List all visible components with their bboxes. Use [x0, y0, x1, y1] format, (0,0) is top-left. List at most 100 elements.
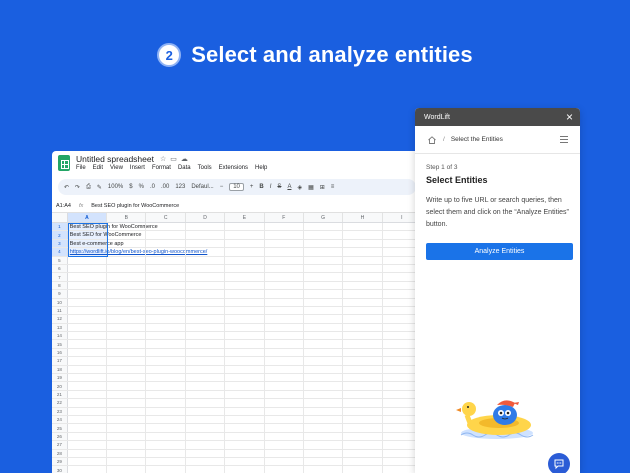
row-header[interactable]: 30 — [52, 466, 68, 473]
cell[interactable] — [343, 348, 383, 357]
cell[interactable] — [68, 290, 108, 298]
cell[interactable] — [343, 466, 383, 473]
merge-cells-icon[interactable]: ⊞ — [320, 184, 325, 191]
cell[interactable] — [107, 407, 147, 415]
cell[interactable] — [186, 357, 226, 365]
cell[interactable] — [343, 256, 383, 264]
cell[interactable] — [225, 365, 265, 374]
cell[interactable] — [146, 281, 186, 290]
row-header[interactable]: 7 — [52, 273, 68, 281]
cell[interactable] — [343, 273, 383, 281]
cell[interactable] — [225, 298, 265, 306]
cell[interactable] — [107, 323, 147, 332]
cell[interactable] — [146, 248, 186, 256]
cell[interactable] — [146, 457, 186, 466]
row-header[interactable]: 14 — [52, 332, 68, 340]
move-folder-icon[interactable]: ▭ — [170, 155, 177, 163]
cell[interactable]: Best SEO for WooCommerce — [67, 231, 141, 239]
cell[interactable] — [186, 239, 226, 248]
increase-decimal-button[interactable]: .00 — [161, 184, 169, 190]
print-icon[interactable]: ⎙ — [86, 184, 91, 191]
name-box[interactable]: A1:A4 — [56, 203, 71, 209]
cell[interactable] — [146, 223, 186, 231]
cell[interactable] — [304, 466, 344, 473]
cell[interactable] — [225, 390, 265, 399]
cell[interactable] — [107, 298, 147, 306]
cell[interactable] — [343, 407, 383, 415]
cell[interactable] — [186, 298, 226, 306]
cell[interactable] — [68, 374, 108, 382]
undo-icon[interactable]: ↶ — [64, 184, 69, 191]
font-size-increase-icon[interactable]: + — [250, 184, 254, 190]
cell[interactable] — [225, 239, 265, 248]
cell[interactable] — [68, 298, 108, 306]
home-icon[interactable] — [427, 135, 437, 145]
row-header[interactable]: 9 — [52, 290, 68, 298]
cell[interactable] — [304, 432, 344, 441]
row-header[interactable]: 4 — [52, 248, 68, 256]
cell[interactable] — [343, 415, 383, 424]
analyze-entities-button[interactable]: Analyze Entities — [426, 243, 573, 260]
cell[interactable] — [343, 223, 383, 231]
close-icon[interactable]: × — [566, 111, 573, 123]
cell[interactable] — [107, 357, 147, 365]
cell[interactable] — [225, 340, 265, 348]
cell[interactable] — [304, 290, 344, 298]
cell[interactable] — [343, 315, 383, 323]
cell[interactable] — [225, 332, 265, 340]
cell[interactable] — [304, 332, 344, 340]
row-header[interactable]: 10 — [52, 298, 68, 306]
cell[interactable] — [225, 323, 265, 332]
cell[interactable] — [304, 264, 344, 273]
cell[interactable] — [146, 374, 186, 382]
cell[interactable] — [107, 348, 147, 357]
strikethrough-icon[interactable]: S — [277, 184, 281, 190]
number-format-button[interactable]: 123 — [175, 184, 185, 190]
cell[interactable] — [304, 223, 344, 231]
cell[interactable] — [107, 248, 147, 256]
borders-icon[interactable]: ▦ — [308, 184, 314, 191]
cell[interactable] — [68, 390, 108, 399]
menu-data[interactable]: Data — [178, 165, 191, 171]
cell[interactable] — [68, 365, 108, 374]
cell[interactable] — [107, 390, 147, 399]
percent-button[interactable]: % — [139, 184, 144, 190]
cell[interactable] — [265, 315, 304, 323]
column-header-e[interactable]: E — [225, 213, 265, 222]
cell[interactable] — [343, 399, 383, 407]
cell[interactable] — [107, 256, 147, 264]
column-header-h[interactable]: H — [343, 213, 383, 222]
cell[interactable] — [68, 315, 108, 323]
cell[interactable] — [68, 357, 108, 365]
cell[interactable] — [265, 290, 304, 298]
cell[interactable] — [225, 281, 265, 290]
cell[interactable] — [225, 348, 265, 357]
italic-icon[interactable]: I — [270, 184, 272, 190]
cell[interactable] — [265, 441, 304, 449]
cell[interactable] — [265, 340, 304, 348]
cell[interactable] — [225, 374, 265, 382]
cell[interactable] — [186, 441, 226, 449]
cell[interactable] — [186, 281, 226, 290]
select-all-corner[interactable] — [52, 213, 68, 222]
row-header[interactable]: 2 — [52, 231, 68, 239]
cell[interactable] — [186, 332, 226, 340]
cell[interactable] — [304, 449, 344, 457]
row-header[interactable]: 11 — [52, 306, 68, 315]
cell[interactable]: Best e-commerce app — [67, 239, 124, 248]
row-header[interactable]: 29 — [52, 457, 68, 466]
cell[interactable] — [225, 273, 265, 281]
cell[interactable] — [225, 415, 265, 424]
cell[interactable] — [107, 399, 147, 407]
cell[interactable] — [68, 399, 108, 407]
cell[interactable] — [343, 264, 383, 273]
cell[interactable] — [304, 441, 344, 449]
cell[interactable] — [186, 466, 226, 473]
font-size-decrease-icon[interactable]: − — [220, 184, 224, 190]
cell[interactable] — [146, 382, 186, 390]
cell[interactable] — [225, 382, 265, 390]
cell[interactable] — [68, 323, 108, 332]
cell[interactable] — [186, 315, 226, 323]
cell[interactable] — [68, 306, 108, 315]
bold-icon[interactable]: B — [259, 184, 263, 190]
